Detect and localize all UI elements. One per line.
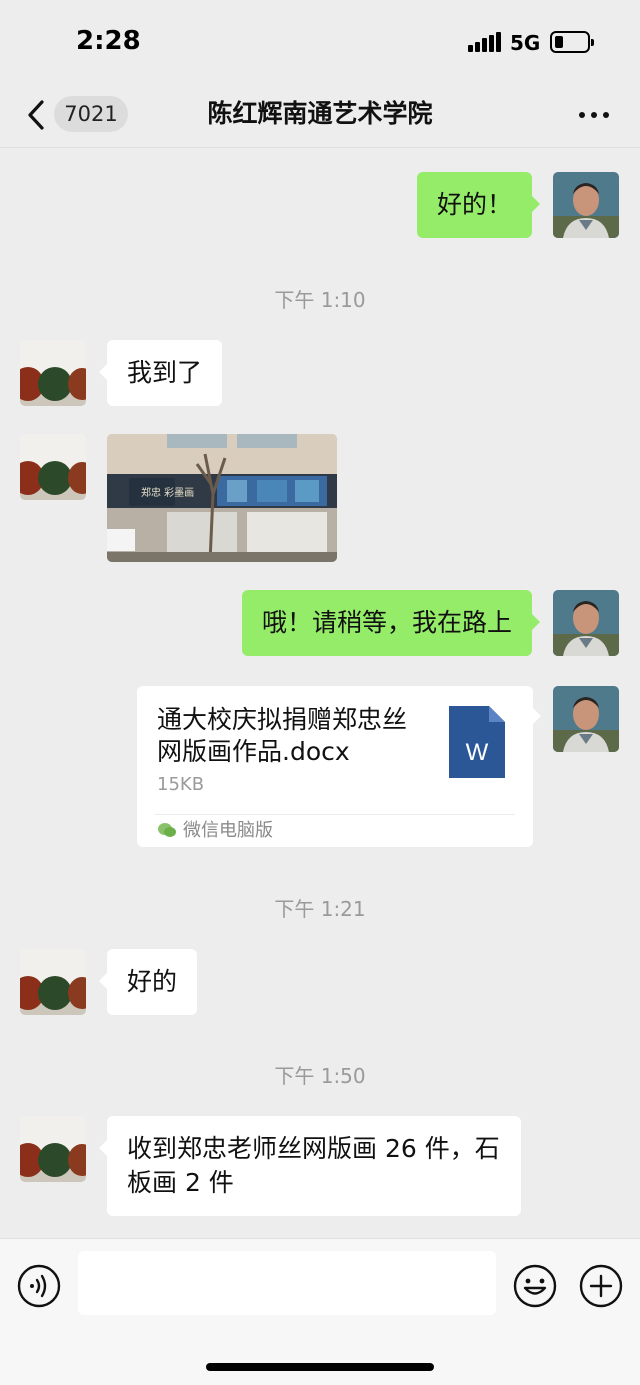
message-bubble-outgoing[interactable]: 哦！请稍等，我在路上 (241, 590, 541, 656)
avatar-self[interactable] (553, 686, 619, 752)
status-time: 2:28 (76, 26, 141, 56)
avatar-contact[interactable] (20, 1116, 86, 1182)
status-bar: 2:28 5G (0, 0, 640, 82)
network-type: 5G (510, 31, 541, 55)
emoji-icon[interactable] (512, 1263, 558, 1309)
file-size: 15KB (157, 774, 205, 795)
avatar-self[interactable] (553, 590, 619, 656)
image-message-storefront[interactable]: 郑忠 彩墨画 (107, 434, 337, 562)
avatar-contact[interactable] (20, 434, 86, 500)
voice-icon[interactable] (16, 1263, 62, 1309)
wechat-logo-icon (157, 822, 177, 838)
svg-text:W: W (466, 739, 489, 766)
signal-icon (468, 32, 502, 52)
more-dots-icon[interactable] (574, 100, 614, 128)
storefront-sign-text: 郑忠 彩墨画 (141, 486, 194, 499)
chat-input-bar (0, 1238, 640, 1385)
word-document-icon: W (449, 706, 505, 778)
chevron-left-icon[interactable] (22, 98, 52, 132)
file-message-card[interactable]: 通大校庆拟捐赠郑忠丝网版画作品.docx 15KB W 微信电脑版 (137, 686, 541, 847)
divider (155, 814, 515, 815)
unread-count-badge[interactable]: 7021 (54, 96, 128, 132)
file-source-label: 微信电脑版 (183, 820, 273, 841)
file-name: 通大校庆拟捐赠郑忠丝网版画作品.docx (157, 705, 408, 766)
message-input[interactable] (78, 1251, 496, 1315)
chat-title: 陈红辉南通艺术学院 (207, 99, 433, 128)
avatar-contact[interactable] (20, 340, 86, 406)
battery-icon (550, 31, 594, 53)
message-bubble-incoming[interactable]: 好的 (98, 949, 198, 1015)
plus-icon[interactable] (578, 1263, 624, 1309)
timestamp: 下午 1:21 (274, 897, 366, 921)
message-bubble-incoming[interactable]: 收到郑忠老师丝网版画 26 件，石板画 2 件 (99, 1116, 521, 1216)
message-bubble-incoming[interactable]: 我到了 (98, 340, 223, 406)
timestamp: 下午 1:10 (274, 288, 366, 312)
avatar-contact[interactable] (20, 949, 86, 1015)
timestamp: 下午 1:50 (274, 1064, 366, 1088)
file-source: 微信电脑版 (157, 818, 273, 844)
message-bubble-outgoing[interactable]: 好的！ (416, 172, 541, 238)
chat-header: 7021 陈红辉南通艺术学院 (0, 82, 640, 148)
home-indicator (206, 1363, 434, 1371)
avatar-self[interactable] (553, 172, 619, 238)
